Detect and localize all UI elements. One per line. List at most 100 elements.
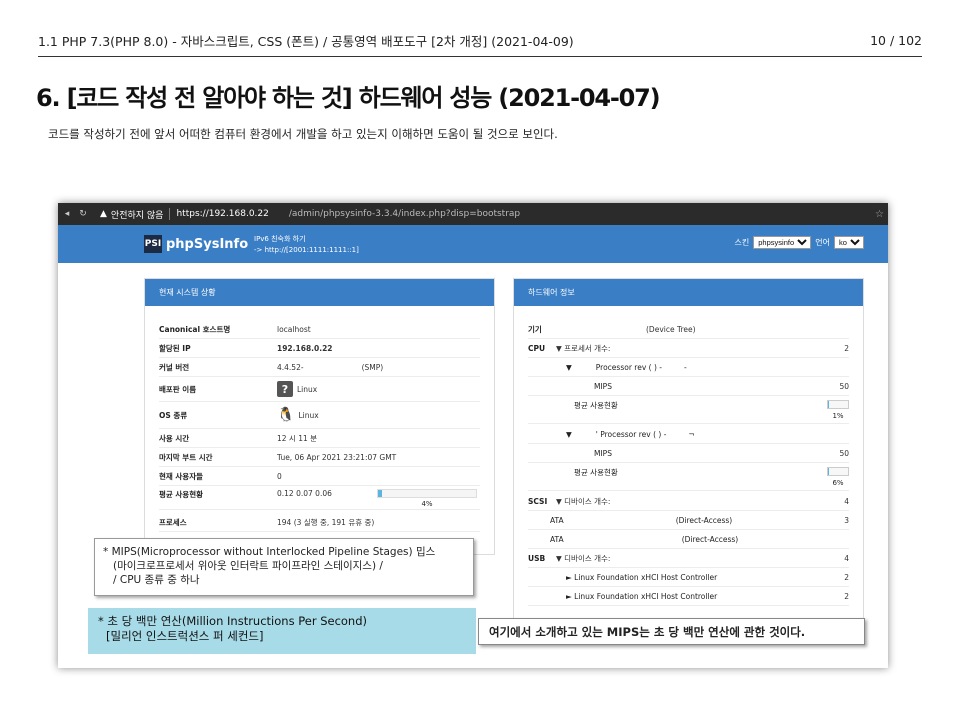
ipv6-address: -> http://[2001:1111:1111::1] [254, 246, 359, 254]
ip-label: 할당된 IP [159, 343, 191, 353]
language-select[interactable]: ko [834, 236, 864, 249]
processor-1-row[interactable]: ▼ Processor rev ( ) - - [528, 358, 849, 377]
security-warning-label: 안전하지 않음 [110, 210, 164, 221]
last-boot-value: Tue, 06 Apr 2021 23:21:07 GMT [277, 452, 397, 462]
ipv6-title: IPv6 친숙화 하기 [254, 235, 306, 243]
kernel-smp: (SMP) [361, 362, 384, 372]
scsi-count: 4 [844, 496, 849, 506]
callout-line: (마이크로프로세서 위아웃 인터락트 파이프라인 스테이지스) / [113, 560, 383, 572]
load-bar [377, 489, 477, 498]
logo-mark: PSI [144, 235, 162, 253]
usb-1-row[interactable]: ► Linux Foundation xHCI Host Controller … [528, 568, 849, 587]
os-row: OS 종류 🐧 Linux [159, 402, 480, 429]
load-2-meter: 6% [827, 467, 849, 487]
os-label: OS 종류 [159, 410, 188, 420]
usb-1-count: 2 [844, 572, 849, 582]
cpu-count-label: ▼ 프로세서 개수: [556, 343, 611, 353]
url-scheme[interactable]: https:// [176, 209, 208, 219]
scsi-count-label: ▼ 디바이스 개수: [556, 496, 611, 506]
load-1-bar [827, 400, 849, 409]
last-boot-label: 마지막 부트 시간 [159, 452, 213, 462]
redacted-area [268, 209, 289, 219]
callout-line: / CPU 종류 중 하나 [113, 574, 200, 586]
load-2-bar [827, 467, 849, 476]
warning-icon: ▲ [100, 209, 107, 219]
usb-count: 4 [844, 553, 849, 563]
distro-name: Linux [297, 384, 318, 394]
cpu-row[interactable]: CPU ▼ 프로세서 개수: 2 [528, 339, 849, 358]
distro-value: ? Linux [277, 381, 317, 397]
os-name: Linux [298, 410, 319, 420]
uptime-value: 12 시 11 분 [277, 433, 318, 443]
load-2-percent: 6% [832, 479, 844, 487]
ata-2-type: (Direct-Access) [681, 534, 739, 544]
ata-2-label: ATA [550, 534, 564, 544]
load-percent: 4% [421, 500, 433, 508]
mips-2-row: MIPS 50 [528, 444, 849, 463]
scsi-label: SCSI [528, 496, 548, 506]
processor-2-name: ' Processor rev ( ) - [595, 429, 667, 439]
mips-2-label: MIPS [594, 448, 612, 458]
ip-value: 192.168.0.22 [277, 343, 333, 353]
document-header-title: 1.1 PHP 7.3(PHP 8.0) - 자바스크립트, CSS (폰트) … [38, 33, 574, 49]
callout-line: [밀리언 인스트럭션스 퍼 세컨드] [106, 629, 264, 643]
load-bar-fill [378, 490, 382, 497]
usb-2-row[interactable]: ► Linux Foundation xHCI Host Controller … [528, 587, 849, 606]
processor-2-tail: ¬ [688, 429, 695, 439]
mips-architecture-callout: * MIPS(Microprocessor without Interlocke… [94, 538, 474, 596]
security-warning[interactable]: ▲ 안전하지 않음 [100, 208, 163, 221]
scsi-row[interactable]: SCSI ▼ 디바이스 개수: 4 [528, 492, 849, 511]
mips-1-row: MIPS 50 [528, 377, 849, 396]
usb-2-name: ► Linux Foundation xHCI Host Controller [566, 591, 718, 601]
collapse-icon[interactable]: ▼ [566, 363, 572, 372]
last-boot-row: 마지막 부트 시간 Tue, 06 Apr 2021 23:21:07 GMT [159, 448, 480, 467]
load-2-bar-fill [828, 468, 830, 475]
load-1-row: 평균 사용현황 1% [528, 396, 849, 424]
mips-instructions-callout: * 초 당 백만 연산(Million Instructions Per Sec… [88, 608, 476, 654]
ata-1-count: 3 [844, 515, 849, 525]
callout-line: * 초 당 백만 연산(Million Instructions Per Sec… [98, 614, 368, 628]
logo-text: phpSysInfo [166, 236, 249, 252]
usb-row[interactable]: USB ▼ 디바이스 개수: 4 [528, 549, 849, 568]
back-icon[interactable]: ◂ [60, 209, 74, 219]
url-host[interactable]: 192.168.0.22 [209, 209, 269, 219]
load-2-row: 평균 사용현황 6% [528, 463, 849, 491]
cpu-label: CPU [528, 343, 546, 353]
ipv6-link[interactable]: IPv6 친숙화 하기 -> http://[2001:1111:1111::1… [254, 234, 359, 256]
app-logo[interactable]: PSI phpSysInfo [144, 235, 248, 253]
load-meter: 4% [377, 489, 477, 508]
hostname-label: Canonical 호스트명 [159, 324, 231, 334]
document-header: 1.1 PHP 7.3(PHP 8.0) - 자바스크립트, CSS (폰트) … [38, 24, 922, 57]
distro-label: 배포판 이름 [159, 384, 197, 394]
kernel-version: 4.4.52- [277, 362, 304, 372]
users-row: 현재 사용자들 0 [159, 467, 480, 486]
machine-label: 기기 [528, 324, 542, 334]
unknown-distro-icon: ? [277, 381, 293, 397]
usb-1-name: ► Linux Foundation xHCI Host Controller [566, 572, 718, 582]
theme-select[interactable]: phpsysinfo [753, 236, 812, 249]
load-1-label: 평균 사용현황 [574, 401, 618, 410]
browser-address-bar: ◂ ↻ ▲ 안전하지 않음 https:// 192.168.0.22 /adm… [58, 203, 888, 225]
uptime-row: 사용 시간 12 시 11 분 [159, 429, 480, 448]
ip-row: 할당된 IP 192.168.0.22 [159, 339, 480, 358]
processes-value: 194 (3 실행 중, 191 유휴 중) [277, 517, 375, 527]
kernel-value: 4.4.52- (SMP) [277, 363, 383, 372]
processor-2-row[interactable]: ▼ ' Processor rev ( ) - ¬ [528, 425, 849, 444]
callout-line: * MIPS(Microprocessor without Interlocke… [103, 546, 436, 558]
linux-penguin-icon: 🐧 [277, 407, 295, 423]
load-label: 평균 사용현황 [159, 490, 204, 499]
processor-1-tail: - [683, 362, 687, 372]
url-path[interactable]: /admin/phpsysinfo-3.3.4/index.php?disp=b… [289, 209, 520, 219]
collapse-icon[interactable]: ▼ [566, 430, 572, 439]
ata-1-row: ATA (Direct-Access) 3 [528, 511, 849, 530]
divider [169, 208, 171, 220]
reload-icon[interactable]: ↻ [76, 209, 90, 219]
load-1-bar-fill [828, 401, 829, 408]
hostname-row: Canonical 호스트명 localhost [159, 320, 480, 339]
mips-2-value: 50 [839, 448, 849, 458]
uptime-label: 사용 시간 [159, 433, 190, 443]
bookmark-icon[interactable]: ☆ [875, 209, 884, 220]
browser-screenshot: ◂ ↻ ▲ 안전하지 않음 https:// 192.168.0.22 /adm… [58, 203, 888, 668]
cpu-count: 2 [844, 343, 849, 353]
mips-note-callout: 여기에서 소개하고 있는 MIPS는 초 당 백만 연산에 관한 것이다. [478, 618, 865, 645]
